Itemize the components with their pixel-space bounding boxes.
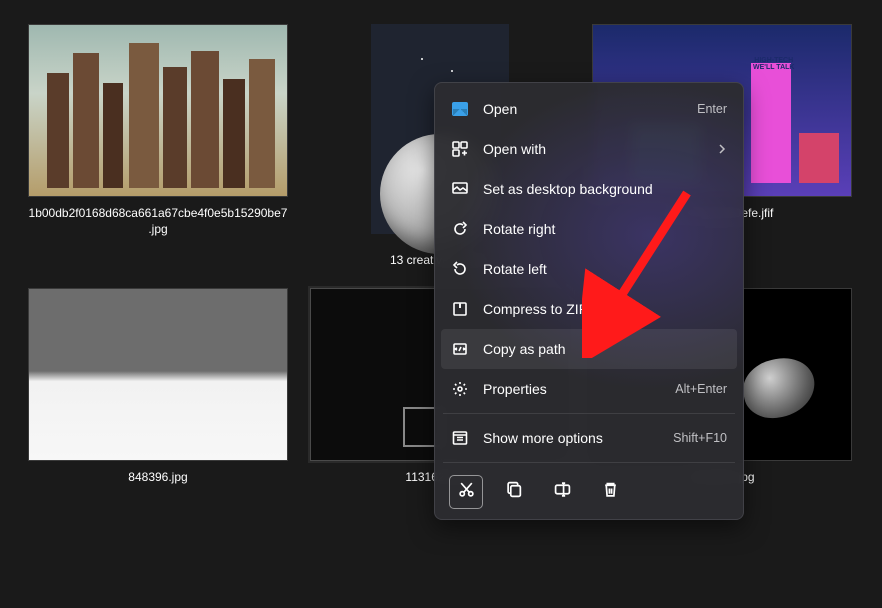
file-item[interactable]: 848396.jpg (28, 288, 288, 485)
menu-separator (443, 462, 735, 463)
menu-item-show-more[interactable]: Show more options Shift+F10 (441, 418, 737, 458)
cut-button[interactable] (449, 475, 483, 509)
menu-item-properties[interactable]: Properties Alt+Enter (441, 369, 737, 409)
menu-shortcut: Enter (697, 102, 727, 116)
delete-icon (602, 481, 619, 503)
copy-path-icon (451, 340, 469, 358)
menu-shortcut: Alt+Enter (675, 382, 727, 396)
menu-item-open[interactable]: Open Enter (441, 89, 737, 129)
file-name-label: 1b00db2f0168d68ca661a67cbe4f0e5b15290be7… (28, 205, 288, 237)
menu-shortcut: Shift+F10 (673, 431, 727, 445)
menu-label: Compress to ZIP file (483, 301, 727, 317)
copy-icon (506, 481, 523, 503)
chevron-right-icon (717, 141, 727, 157)
rotate-left-icon (451, 260, 469, 278)
menu-separator (443, 413, 735, 414)
rename-button[interactable] (545, 475, 579, 509)
file-thumbnail (28, 288, 288, 461)
copy-button[interactable] (497, 475, 531, 509)
image-icon (451, 100, 469, 118)
menu-item-set-desktop-bg[interactable]: Set as desktop background (441, 169, 737, 209)
menu-item-compress-zip[interactable]: Compress to ZIP file (441, 289, 737, 329)
menu-label: Rotate right (483, 221, 727, 237)
menu-label: Copy as path (483, 341, 727, 357)
rotate-right-icon (451, 220, 469, 238)
menu-item-rotate-left[interactable]: Rotate left (441, 249, 737, 289)
menu-label: Set as desktop background (483, 181, 727, 197)
desktop-bg-icon (451, 180, 469, 198)
open-with-icon (451, 140, 469, 158)
zip-icon (451, 300, 469, 318)
properties-icon (451, 380, 469, 398)
file-name-label: 848396.jpg (128, 469, 187, 485)
menu-item-copy-as-path[interactable]: Copy as path (441, 329, 737, 369)
menu-label: Open with (483, 141, 717, 157)
menu-label: Rotate left (483, 261, 727, 277)
menu-label: Show more options (483, 430, 673, 446)
file-item[interactable]: 1b00db2f0168d68ca661a67cbe4f0e5b15290be7… (28, 24, 288, 268)
menu-item-rotate-right[interactable]: Rotate right (441, 209, 737, 249)
menu-label: Open (483, 101, 697, 117)
delete-button[interactable] (593, 475, 627, 509)
menu-item-open-with[interactable]: Open with (441, 129, 737, 169)
menu-label: Properties (483, 381, 675, 397)
rename-icon (554, 481, 571, 503)
file-thumbnail (28, 24, 288, 197)
context-menu: Open Enter Open with Set as desktop back… (434, 82, 744, 520)
menu-action-bar (441, 467, 737, 513)
more-icon (451, 429, 469, 447)
cut-icon (458, 481, 475, 503)
